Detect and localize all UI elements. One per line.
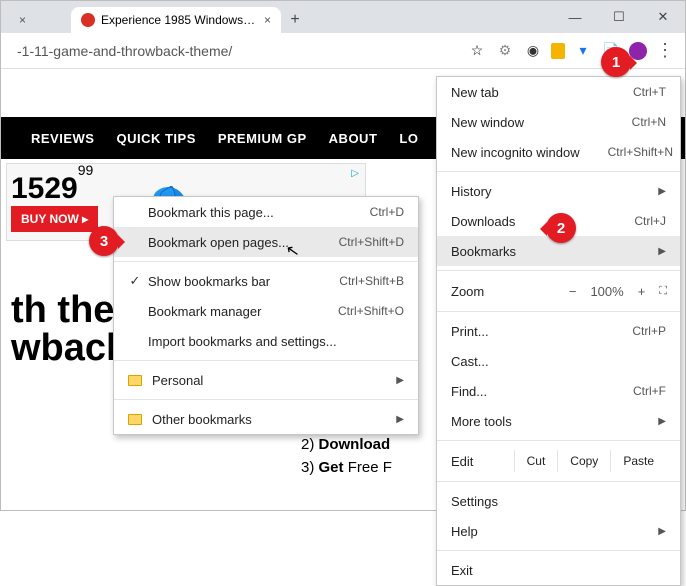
chevron-right-icon: ▶ xyxy=(640,416,666,427)
zoom-in-button[interactable]: + xyxy=(638,284,646,299)
paste-button[interactable]: Paste xyxy=(610,450,666,472)
address-bar: -1-11-game-and-throwback-theme/ ☆ ⚙ ◉ ▾ … xyxy=(1,33,685,69)
copy-button[interactable]: Copy xyxy=(557,450,610,472)
cut-button[interactable]: Cut xyxy=(514,450,558,472)
extension-icon[interactable] xyxy=(551,43,565,59)
menu-item-print[interactable]: Print...Ctrl+P xyxy=(437,316,680,346)
menu-item-folder-personal[interactable]: Personal▶ xyxy=(114,365,418,395)
maximize-button[interactable]: ☐ xyxy=(597,1,641,33)
chevron-right-icon: ▶ xyxy=(378,414,404,425)
menu-item-find[interactable]: Find...Ctrl+F xyxy=(437,376,680,406)
chevron-right-icon: ▶ xyxy=(378,375,404,386)
zoom-value: 100% xyxy=(590,284,623,299)
nav-item[interactable]: QUICK TIPS xyxy=(116,131,195,146)
tab-title: Experience 1985 Windows with t xyxy=(101,13,256,27)
folder-icon xyxy=(128,414,142,425)
menu-item-help[interactable]: Help▶ xyxy=(437,516,680,546)
menu-item-settings[interactable]: Settings xyxy=(437,486,680,516)
chrome-menu-button[interactable]: ⋮ xyxy=(651,37,679,65)
menu-item-bookmark-manager[interactable]: Bookmark managerCtrl+Shift+O xyxy=(114,296,418,326)
fullscreen-icon[interactable]: ⛶ xyxy=(659,285,666,298)
chevron-right-icon: ▶ xyxy=(640,246,666,257)
menu-item-new-window[interactable]: New windowCtrl+N xyxy=(437,107,680,137)
bookmarks-submenu: Bookmark this page...Ctrl+D Bookmark ope… xyxy=(113,196,419,435)
minimize-button[interactable]: — xyxy=(553,1,597,33)
check-icon: ✓ xyxy=(128,273,142,289)
menu-item-bookmark-this-page[interactable]: Bookmark this page...Ctrl+D xyxy=(114,197,418,227)
adchoices-icon[interactable]: ▷ xyxy=(351,168,359,179)
menu-item-exit[interactable]: Exit xyxy=(437,555,680,585)
menu-item-import-bookmarks[interactable]: Import bookmarks and settings... xyxy=(114,326,418,356)
menu-item-folder-other[interactable]: Other bookmarks▶ xyxy=(114,404,418,434)
tab-strip: × Experience 1985 Windows with t × + xyxy=(1,1,553,33)
url-fragment[interactable]: -1-11-game-and-throwback-theme/ xyxy=(7,37,242,65)
nav-item[interactable]: REVIEWS xyxy=(31,131,94,146)
menu-item-history[interactable]: History▶ xyxy=(437,176,680,206)
nav-item[interactable]: LO xyxy=(399,131,418,146)
bookmark-star-icon[interactable]: ☆ xyxy=(467,41,487,61)
menu-item-new-tab[interactable]: New tabCtrl+T xyxy=(437,77,680,107)
nav-item[interactable]: PREMIUM GP xyxy=(218,131,307,146)
chevron-right-icon: ▶ xyxy=(640,526,666,537)
annotation-callout-3: 3 xyxy=(89,226,119,256)
menu-item-incognito[interactable]: New incognito windowCtrl+Shift+N xyxy=(437,137,680,167)
ad-price: 1529 xyxy=(11,172,78,205)
menu-item-more-tools[interactable]: More tools▶ xyxy=(437,406,680,436)
window-controls: — ☐ ✕ xyxy=(553,1,685,33)
new-tab-button[interactable]: + xyxy=(281,7,309,33)
nav-item[interactable]: ABOUT xyxy=(329,131,378,146)
tab-inactive[interactable]: × xyxy=(1,7,71,33)
close-window-button[interactable]: ✕ xyxy=(641,1,685,33)
browser-titlebar: × Experience 1985 Windows with t × + — ☐… xyxy=(1,1,685,33)
extension-icon[interactable]: ⚙ xyxy=(495,41,515,61)
ad-price-cents: 99 xyxy=(78,162,94,178)
annotation-callout-1: 1 xyxy=(601,47,631,77)
extension-icon[interactable]: ◉ xyxy=(523,41,543,61)
menu-item-zoom: Zoom − 100% + ⛶ xyxy=(437,275,680,307)
buy-now-button[interactable]: BUY NOW ▸ xyxy=(11,206,98,232)
annotation-callout-2: 2 xyxy=(546,213,576,243)
menu-item-bookmark-open-pages[interactable]: Bookmark open pages...Ctrl+Shift+D xyxy=(114,227,418,257)
close-icon[interactable]: × xyxy=(264,13,271,27)
menu-item-show-bookmarks-bar[interactable]: ✓Show bookmarks barCtrl+Shift+B xyxy=(114,266,418,296)
extension-icon[interactable]: ▾ xyxy=(573,41,593,61)
menu-item-edit: Edit Cut Copy Paste xyxy=(437,445,680,477)
zoom-out-button[interactable]: − xyxy=(569,284,577,299)
menu-item-cast[interactable]: Cast... xyxy=(437,346,680,376)
folder-icon xyxy=(128,375,142,386)
favicon-icon xyxy=(81,13,95,27)
tab-active[interactable]: Experience 1985 Windows with t × xyxy=(71,7,281,33)
chrome-main-menu: New tabCtrl+T New windowCtrl+N New incog… xyxy=(436,76,681,586)
close-icon[interactable]: × xyxy=(19,13,26,27)
chevron-right-icon: ▶ xyxy=(640,186,666,197)
